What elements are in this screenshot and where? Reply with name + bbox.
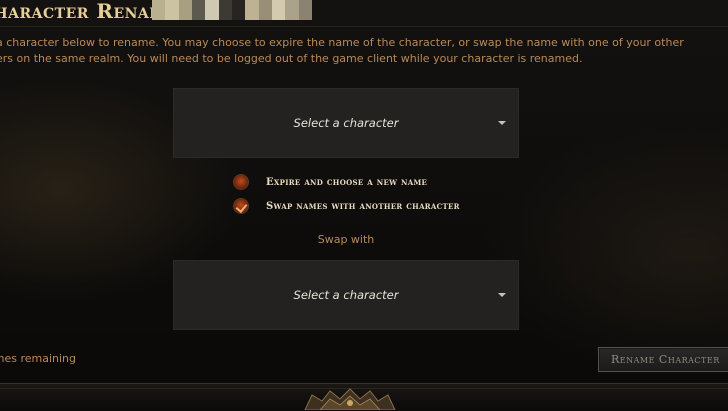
rename-panel: Character Rename: a character below to r… — [0, 0, 728, 384]
swap-with-label: Swap with — [317, 233, 375, 246]
expire-label: Expire and choose a new name — [266, 176, 428, 188]
mosaic-block — [191, 0, 206, 20]
chevron-down-icon — [498, 293, 506, 297]
swap-character-select[interactable]: Select a character — [173, 260, 519, 330]
swap-radio[interactable] — [233, 198, 249, 214]
swap-character-select-value: Select a character — [293, 288, 399, 302]
mosaic-block — [258, 0, 272, 20]
rename-character-button[interactable]: Rename Character — [598, 347, 728, 372]
mosaic-block — [298, 0, 312, 20]
mosaic-block — [271, 0, 286, 20]
instructions-line-2: ers on the same realm. You will need to … — [0, 52, 583, 65]
swap-label: Swap names with another character — [266, 200, 460, 212]
mosaic-block — [245, 0, 259, 20]
mosaic-block — [178, 0, 192, 20]
mosaic-block — [218, 0, 232, 20]
mosaic-block — [231, 0, 246, 20]
character-select[interactable]: Select a character — [173, 88, 519, 158]
option-expire[interactable]: Expire and choose a new name — [233, 173, 427, 191]
mosaic-block — [152, 0, 166, 20]
instructions-line-1: a character below to rename. You may cho… — [0, 36, 684, 49]
mosaic-block — [285, 0, 299, 20]
chevron-down-icon — [498, 121, 506, 125]
pixelated-character-name — [152, 0, 312, 20]
ornament-icon — [304, 388, 396, 410]
character-select-value: Select a character — [293, 116, 399, 130]
option-swap[interactable]: Swap names with another character — [233, 197, 460, 215]
header: Character Rename: — [0, 0, 728, 27]
instructions-text: a character below to rename. You may cho… — [0, 35, 728, 67]
expire-radio[interactable] — [233, 174, 249, 190]
mosaic-block — [205, 0, 219, 20]
mosaic-block — [165, 0, 179, 20]
renames-remaining: ames remaining — [0, 352, 76, 365]
